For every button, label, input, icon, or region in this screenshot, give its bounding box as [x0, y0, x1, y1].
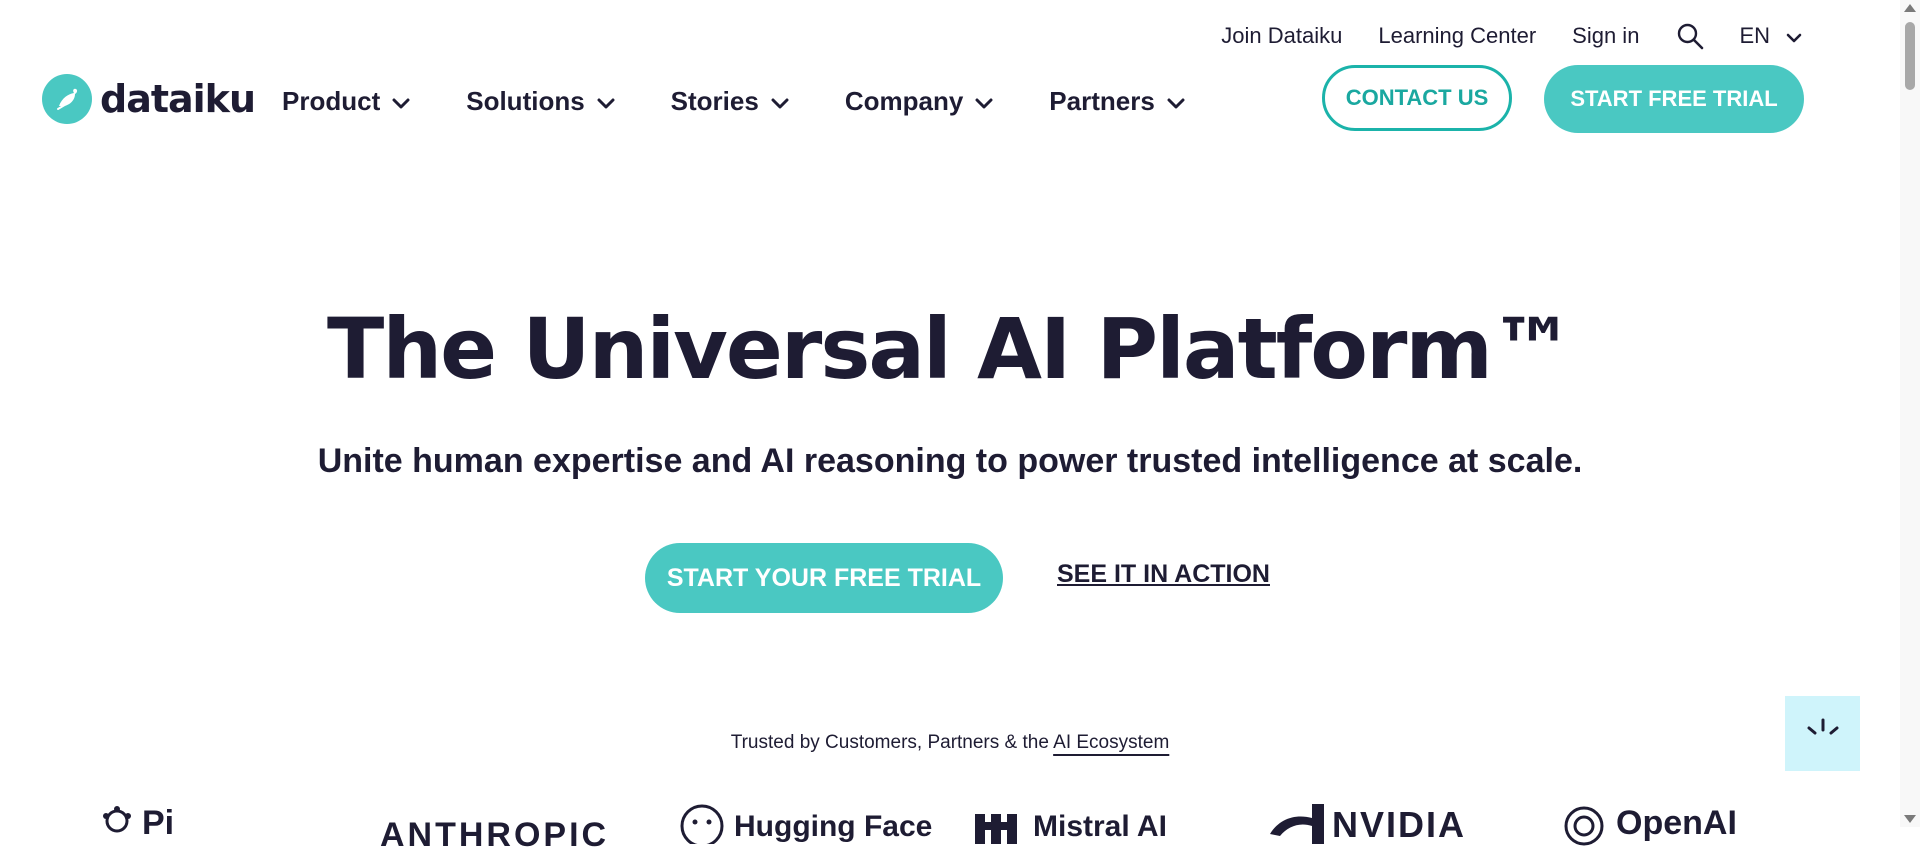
hero-title: The Universal AI Platform™ — [327, 300, 1575, 398]
partner-logo-nvidia: NVIDIA — [1268, 804, 1466, 846]
sign-in-link[interactable]: Sign in — [1572, 23, 1639, 49]
partner-logo-anthropic: ANTHROPIC — [380, 816, 609, 855]
hero-subtitle: Unite human expertise and AI reasoning t… — [317, 442, 1583, 480]
nav-item-product[interactable]: Product — [282, 86, 410, 117]
scroll-down-arrow-icon[interactable] — [1904, 815, 1916, 823]
partner-logo-mistral: Mistral AI — [975, 804, 1167, 844]
chevron-down-icon — [392, 86, 410, 117]
bird-icon — [42, 74, 92, 124]
partner-logo-label: Mistral AI — [1033, 810, 1167, 843]
nav-item-label: Stories — [670, 86, 759, 116]
nav-item-label: Product — [282, 86, 381, 116]
brand-name: dataiku — [100, 77, 256, 121]
learning-center-link[interactable]: Learning Center — [1378, 23, 1536, 49]
loading-spinner-icon — [1803, 716, 1843, 751]
chevron-down-icon — [771, 86, 789, 117]
language-selector[interactable]: EN — [1739, 23, 1802, 49]
contact-us-button[interactable]: CONTACT US — [1322, 65, 1512, 131]
partner-logo-label: NVIDIA — [1332, 804, 1467, 845]
nav-item-solutions[interactable]: Solutions — [466, 86, 615, 117]
mistral-icon — [975, 814, 1017, 844]
search-icon[interactable] — [1675, 21, 1705, 51]
trusted-by-text: Trusted by Customers, Partners & the AI … — [0, 732, 1900, 754]
nav-item-label: Solutions — [466, 86, 585, 116]
nvidia-eye-icon — [1270, 804, 1324, 844]
partner-logo-label: ANTHROPIC — [380, 816, 610, 854]
start-your-free-trial-button[interactable]: START YOUR FREE TRIAL — [645, 543, 1003, 613]
trusted-prefix: Trusted by Customers, Partners & the — [730, 732, 1054, 753]
see-it-in-action-link[interactable]: SEE IT IN ACTION — [1057, 560, 1270, 589]
join-dataiku-link[interactable]: Join Dataiku — [1221, 23, 1342, 49]
scroll-up-arrow-icon[interactable] — [1904, 4, 1916, 12]
partner-logo-pi: Pi — [100, 804, 174, 843]
vertical-scrollbar[interactable] — [1900, 0, 1920, 827]
partner-logo-label: Hugging Face — [734, 810, 933, 843]
pi-logo-icon — [103, 806, 131, 833]
main-nav: Product Solutions Stories Company Partne… — [282, 86, 1241, 117]
start-free-trial-button[interactable]: START FREE TRIAL — [1544, 65, 1804, 133]
nav-item-stories[interactable]: Stories — [671, 86, 789, 117]
ai-ecosystem-link[interactable]: AI Ecosystem — [1053, 732, 1169, 753]
dataiku-logo[interactable]: dataiku — [42, 74, 256, 124]
openai-knot-icon — [1564, 806, 1604, 846]
chat-widget-button[interactable] — [1785, 696, 1860, 771]
chevron-down-icon — [1786, 23, 1802, 49]
partner-logo-label: Pi — [142, 804, 175, 842]
scrollbar-thumb[interactable] — [1905, 22, 1915, 90]
nav-item-label: Partners — [1049, 86, 1155, 116]
chevron-down-icon — [1167, 86, 1185, 117]
chevron-down-icon — [597, 86, 615, 117]
language-label: EN — [1739, 23, 1770, 48]
partner-logo-hugging-face: Hugging Face — [680, 804, 932, 844]
partner-logos: Pi ANTHROPIC Hugging Face Mistral AI NVI… — [0, 804, 1900, 854]
hugging-face-icon — [680, 804, 724, 844]
partner-logo-label: OpenAI — [1616, 804, 1737, 842]
nav-item-label: Company — [844, 86, 964, 116]
partner-logo-openai: OpenAI — [1562, 804, 1737, 848]
chevron-down-icon — [975, 86, 993, 117]
nav-item-company[interactable]: Company — [845, 86, 993, 117]
nav-item-partners[interactable]: Partners — [1049, 86, 1185, 117]
utility-nav: Join Dataiku Learning Center Sign in EN — [1221, 20, 1802, 52]
